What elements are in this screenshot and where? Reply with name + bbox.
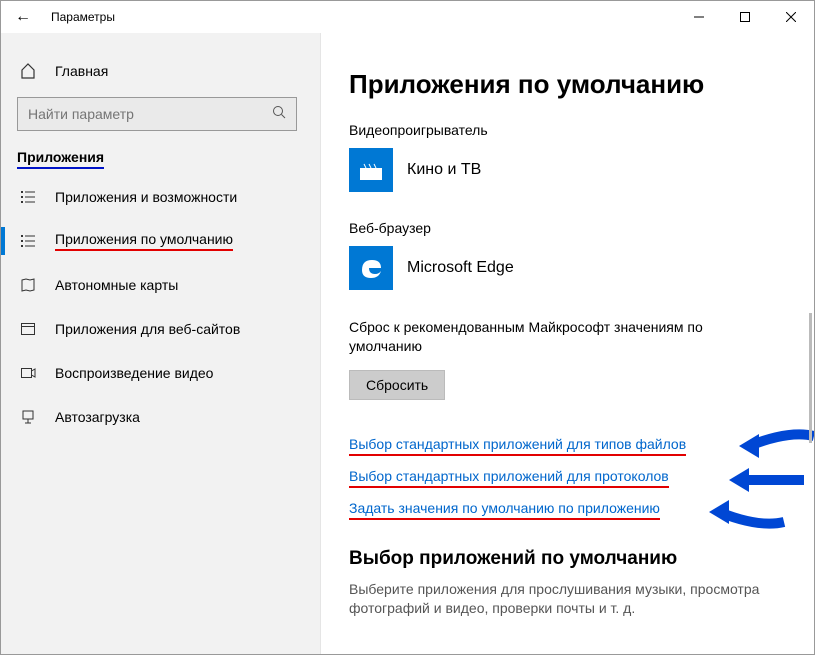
reset-button[interactable]: Сбросить (349, 370, 445, 400)
annotation-arrow-icon (729, 462, 809, 498)
search-box[interactable] (17, 97, 297, 131)
edge-icon (349, 246, 393, 290)
maximize-icon (740, 12, 750, 22)
sidebar-item-web-apps[interactable]: Приложения для веб-сайтов (1, 307, 320, 351)
search-wrap (1, 91, 320, 145)
window-body: Главная Приложения Приложения и возможно… (1, 33, 814, 654)
main-content: Приложения по умолчанию Видеопроигрывате… (321, 33, 814, 654)
sidebar-item-default-apps[interactable]: Приложения по умолчанию (1, 219, 320, 263)
search-icon (272, 105, 286, 124)
sidebar-item-label: Приложения для веб-сайтов (55, 321, 240, 337)
sidebar-home[interactable]: Главная (1, 51, 320, 91)
sidebar-item-offline-maps[interactable]: Автономные карты (1, 263, 320, 307)
annotation-arrow-icon (709, 494, 789, 530)
sidebar-section: Приложения (1, 145, 320, 175)
video-icon (17, 365, 39, 381)
browser-app[interactable]: Microsoft Edge (349, 246, 786, 290)
link-file-types[interactable]: Выбор стандартных приложений для типов ф… (349, 436, 686, 456)
close-button[interactable] (768, 1, 814, 33)
sidebar-item-apps-features[interactable]: Приложения и возможности (1, 175, 320, 219)
default-apps-icon (17, 233, 39, 249)
sidebar-item-label: Воспроизведение видео (55, 365, 213, 381)
arrow-left-icon: ← (15, 8, 31, 26)
window-controls (676, 1, 814, 33)
maximize-button[interactable] (722, 1, 768, 33)
section-description: Выберите приложения для прослушивания му… (349, 580, 786, 618)
close-icon (786, 12, 796, 22)
browser-label: Веб-браузер (349, 220, 786, 236)
link-protocols[interactable]: Выбор стандартных приложений для протоко… (349, 468, 669, 488)
sidebar-item-startup[interactable]: Автозагрузка (1, 395, 320, 439)
settings-window: ← Параметры Главная (0, 0, 815, 655)
annotation-arrow-icon (739, 428, 814, 464)
startup-icon (17, 409, 39, 425)
sidebar-item-label: Приложения по умолчанию (55, 231, 233, 251)
page-title: Приложения по умолчанию (349, 69, 786, 100)
reset-description: Сброс к рекомендованным Майкрософт значе… (349, 318, 769, 356)
video-player-name: Кино и ТВ (407, 161, 481, 179)
link-row-protocols: Выбор стандартных приложений для протоко… (349, 468, 786, 486)
link-by-app[interactable]: Задать значения по умолчанию по приложен… (349, 500, 660, 520)
titlebar: ← Параметры (1, 1, 814, 33)
map-icon (17, 277, 39, 293)
sidebar: Главная Приложения Приложения и возможно… (1, 33, 321, 654)
search-input[interactable] (28, 106, 268, 122)
window-title: Параметры (45, 10, 115, 24)
video-player-label: Видеопроигрыватель (349, 122, 786, 138)
sidebar-item-label: Приложения и возможности (55, 189, 237, 205)
minimize-button[interactable] (676, 1, 722, 33)
sidebar-item-video-playback[interactable]: Воспроизведение видео (1, 351, 320, 395)
video-player-app[interactable]: Кино и ТВ (349, 148, 786, 192)
browser-name: Microsoft Edge (407, 259, 514, 277)
sidebar-item-label: Автозагрузка (55, 409, 140, 425)
sidebar-home-label: Главная (55, 63, 108, 79)
sidebar-item-label: Автономные карты (55, 277, 178, 293)
minimize-icon (694, 12, 704, 22)
list-icon (17, 189, 39, 205)
sidebar-section-label: Приложения (17, 149, 104, 169)
link-row-file-types: Выбор стандартных приложений для типов ф… (349, 436, 786, 454)
home-icon (17, 63, 39, 79)
back-button[interactable]: ← (1, 1, 45, 33)
link-row-by-app: Задать значения по умолчанию по приложен… (349, 500, 786, 518)
movies-tv-icon (349, 148, 393, 192)
section-heading: Выбор приложений по умолчанию (349, 548, 786, 570)
scrollbar[interactable] (809, 313, 812, 443)
web-apps-icon (17, 321, 39, 337)
